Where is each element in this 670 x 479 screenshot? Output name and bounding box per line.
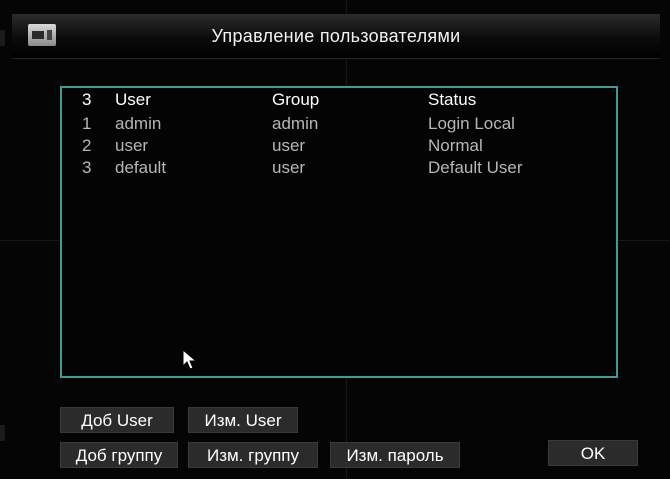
list-item[interactable]: 2 user user Normal [62,136,616,158]
change-password-button[interactable]: Изм. пароль [330,442,460,468]
user-list[interactable]: 3 User Group Status 1 admin admin Login … [60,86,618,378]
header-count: 3 [82,90,92,109]
row-user: user [115,136,149,155]
add-group-button[interactable]: Доб группу [60,442,178,468]
edge-marker [0,30,5,46]
user-management-window: Управление пользователями 3 User Group S… [0,0,670,479]
title-bar: Управление пользователями [12,14,660,59]
list-item[interactable]: 1 admin admin Login Local [62,114,616,136]
mouse-pointer-icon [182,349,198,370]
row-group: user [272,158,306,177]
row-number: 1 [82,114,92,133]
edit-user-button[interactable]: Изм. User [188,407,298,433]
row-status: Login Local [428,114,515,133]
row-status: Normal [428,136,483,155]
window-title: Управление пользователями [211,26,461,46]
ok-button[interactable]: OK [548,440,638,466]
header-group[interactable]: Group [272,90,319,110]
row-user: default [115,158,167,177]
list-header: 3 User Group Status [62,90,616,112]
header-status[interactable]: Status [428,90,476,110]
row-user: admin [115,114,162,133]
header-user[interactable]: User [115,90,151,110]
row-group: user [272,136,306,155]
row-number: 3 [82,158,92,177]
edge-marker [0,425,5,441]
row-status: Default User [428,158,523,177]
add-user-button[interactable]: Доб User [60,407,174,433]
list-item[interactable]: 3 default user Default User [62,158,616,180]
row-number: 2 [82,136,92,155]
row-group: admin [272,114,319,133]
edit-group-button[interactable]: Изм. группу [188,442,318,468]
